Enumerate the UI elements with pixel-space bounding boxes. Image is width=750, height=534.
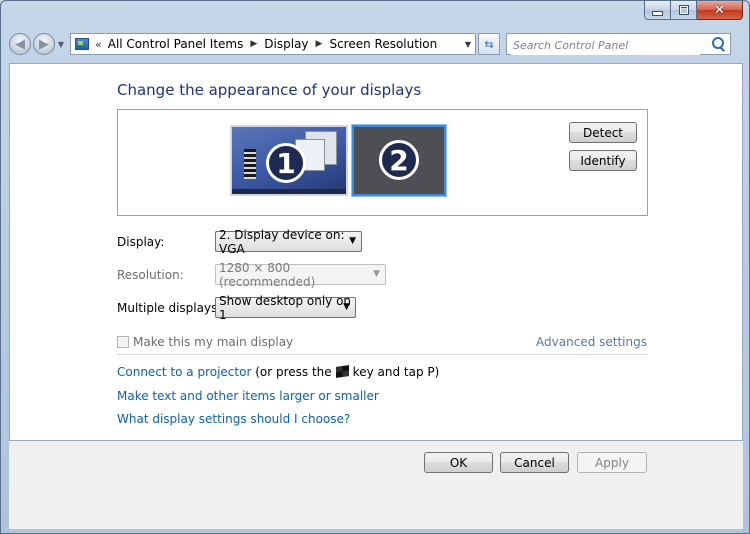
advanced-settings-link[interactable]: Advanced settings (536, 335, 647, 349)
search-icon[interactable] (712, 37, 724, 49)
address-bar[interactable]: « All Control Panel Items ▶ Display ▶ Sc… (70, 33, 476, 55)
multiple-displays-select[interactable]: Show desktop only on 1 ▼ (215, 294, 356, 322)
minimize-icon (652, 10, 663, 16)
ok-button-label: OK (449, 455, 468, 470)
monitor-number-badge: 1 (266, 143, 306, 183)
control-panel-icon (75, 38, 89, 50)
identify-button[interactable]: Identify (569, 150, 637, 171)
monitor-1-thumbnail[interactable]: 1 (230, 125, 348, 196)
navigation-bar: ◀ ▶ ▼ « All Control Panel Items ▶ Displa… (9, 31, 741, 57)
forward-arrow-icon: ▶ (39, 36, 49, 52)
detect-button-label: Detect (582, 125, 623, 140)
divider (117, 354, 648, 355)
main-display-checkbox-row: Make this my main display (117, 335, 293, 349)
minimize-button[interactable] (644, 1, 671, 20)
screen-resolution-window: ✕ ◀ ▶ ▼ « All Control Panel Items ▶ Disp… (0, 0, 750, 534)
help-link[interactable]: What display settings should I choose? (117, 412, 350, 426)
maximize-icon (678, 5, 689, 15)
chevron-down-icon: ▼ (57, 39, 65, 49)
resolution-select: 1280 × 800 (recommended) ▼ (215, 261, 386, 289)
multiple-displays-label: Multiple displays: (117, 301, 222, 315)
refresh-button[interactable]: ⇆ (478, 33, 500, 55)
forward-button[interactable]: ▶ (33, 33, 55, 55)
projector-line: Connect to a projector (or press the key … (117, 365, 439, 379)
text-size-link[interactable]: Make text and other items larger or smal… (117, 389, 379, 403)
breadcrumb-separator-icon[interactable]: ▶ (250, 39, 257, 49)
detect-button[interactable]: Detect (569, 122, 637, 143)
breadcrumb-overflow-chevron[interactable]: « (95, 38, 102, 51)
chevron-down-icon: ▼ (349, 236, 356, 246)
search-input[interactable] (511, 35, 700, 55)
multiple-displays-value: Show desktop only on 1 (219, 293, 352, 322)
dialog-footer: OK Cancel Apply (9, 441, 743, 529)
back-arrow-icon: ◀ (15, 36, 25, 52)
display-label: Display: (117, 235, 165, 249)
caption-buttons: ✕ (644, 1, 743, 20)
resolution-label: Resolution: (117, 268, 184, 282)
display-arrangement-panel: 1 2 Detect Identify (117, 109, 648, 216)
apply-button-label: Apply (595, 455, 629, 470)
main-display-checkbox (117, 336, 129, 348)
main-display-checkbox-label: Make this my main display (133, 335, 294, 349)
cancel-button[interactable]: Cancel (500, 452, 569, 473)
apply-button[interactable]: Apply (577, 452, 647, 473)
connect-projector-link[interactable]: Connect to a projector (117, 365, 251, 379)
breadcrumb-display[interactable]: Display (264, 37, 308, 51)
display-select[interactable]: 2. Display device on: VGA ▼ (215, 228, 362, 256)
resolution-select-value: 1280 × 800 (recommended) (219, 260, 316, 289)
maximize-button[interactable] (671, 1, 697, 20)
back-button[interactable]: ◀ (9, 33, 31, 55)
monitor-2-thumbnail[interactable]: 2 (352, 125, 446, 196)
address-dropdown-chevron-icon[interactable]: ▼ (465, 40, 471, 49)
cancel-button-label: Cancel (514, 455, 555, 470)
close-icon: ✕ (714, 2, 725, 18)
monitor-number-badge: 2 (379, 140, 419, 180)
breadcrumb-all-control-panel-items[interactable]: All Control Panel Items (108, 37, 244, 51)
ok-button[interactable]: OK (424, 452, 493, 473)
sidebar-gadget (244, 149, 256, 179)
identify-button-label: Identify (580, 153, 626, 168)
breadcrumb-screen-resolution[interactable]: Screen Resolution (329, 37, 437, 51)
close-button[interactable]: ✕ (697, 1, 743, 20)
projector-hint-after: key and tap P) (352, 365, 440, 379)
search-box[interactable] (506, 33, 731, 55)
page-title: Change the appearance of your displays (117, 81, 422, 99)
display-select-value: 2. Display device on: VGA (219, 227, 345, 256)
refresh-icon: ⇆ (484, 37, 494, 51)
windows-key-icon (335, 365, 349, 378)
recent-pages-dropdown[interactable]: ▼ (56, 40, 66, 49)
chevron-down-icon: ▼ (373, 269, 380, 279)
breadcrumb-separator-icon[interactable]: ▶ (316, 39, 323, 49)
projector-hint-before: (or press the (255, 365, 332, 379)
chevron-down-icon: ▼ (343, 302, 350, 312)
main-content: Change the appearance of your displays 1… (9, 63, 743, 441)
taskbar-preview (232, 189, 346, 194)
